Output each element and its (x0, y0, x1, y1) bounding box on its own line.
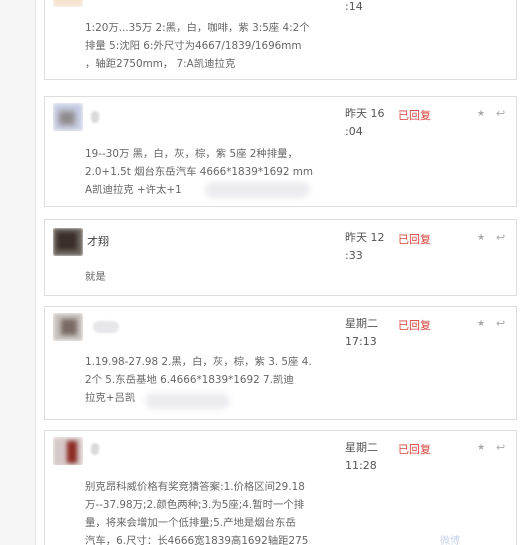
avatar[interactable] (53, 313, 83, 341)
message-body: 别克昂科威价格有奖竞猜答案:1.价格区间29.18 万--37.98万;2.颜色… (85, 481, 309, 545)
star-icon[interactable]: ★ (477, 319, 485, 329)
avatar[interactable] (53, 0, 83, 7)
watermark: 微博 (440, 536, 460, 545)
message-body: 就是 (85, 271, 106, 283)
status-badge: 已回复 (398, 233, 431, 246)
star-icon[interactable]: ★ (477, 109, 485, 119)
star-icon[interactable]: ★ (477, 233, 485, 243)
reply-icon[interactable]: ↩ (496, 317, 505, 330)
status-badge: 已回复 (398, 443, 431, 456)
reply-icon[interactable]: ↩ (496, 231, 505, 244)
message-time: :14 (345, 0, 363, 13)
avatar[interactable] (53, 437, 83, 465)
message-card[interactable]: 星期二 11:28 已回复 ★ ↩ 别克昂科威价格有奖竞猜答案:1.价格区间29… (44, 430, 517, 545)
reply-icon[interactable]: ↩ (496, 107, 505, 120)
message-body: 1:20万...35万 2:黑，白，咖啡，紫 3:5座 4:2个 排量 5:沈阳… (85, 22, 310, 70)
left-sidebar (0, 0, 36, 545)
sender-name (91, 111, 99, 123)
message-card[interactable]: 星期二 17:13 已回复 ★ ↩ 1.19.98-27.98 2.黑，白，灰，… (44, 306, 517, 420)
avatar[interactable] (53, 228, 83, 256)
message-time: 昨天 12 :33 (345, 231, 385, 262)
privacy-blur (205, 182, 310, 198)
privacy-blur (145, 393, 230, 409)
message-time: 星期二 17:13 (345, 317, 378, 348)
sender-name[interactable]: 才翔 (87, 233, 109, 249)
avatar[interactable] (53, 103, 83, 131)
star-icon[interactable]: ★ (477, 443, 485, 453)
message-card[interactable]: 才翔 昨天 12 :33 已回复 ★ ↩ 就是 (44, 219, 517, 296)
status-badge: 已回复 (398, 109, 431, 122)
status-badge: 已回复 (398, 319, 431, 332)
message-card[interactable]: :14 1:20万...35万 2:黑，白，咖啡，紫 3:5座 4:2个 排量 … (44, 0, 517, 80)
sender-name (93, 321, 119, 333)
message-time: 星期二 11:28 (345, 441, 378, 472)
message-card[interactable]: 昨天 16 :04 已回复 ★ ↩ 19--30万 黑，白，灰，棕，紫 5座 2… (44, 96, 517, 207)
message-time: 昨天 16 :04 (345, 107, 385, 138)
reply-icon[interactable]: ↩ (496, 441, 505, 454)
sender-name (91, 443, 99, 455)
